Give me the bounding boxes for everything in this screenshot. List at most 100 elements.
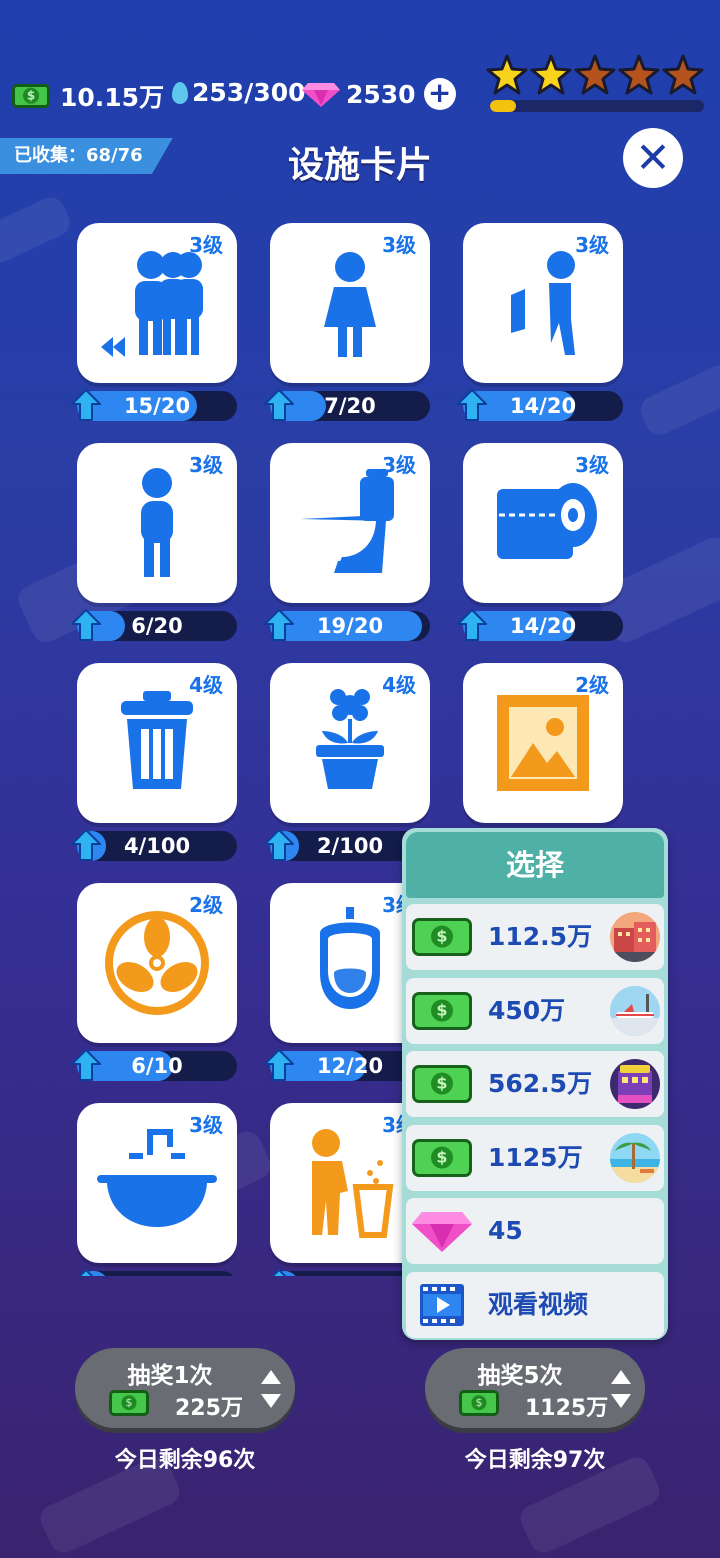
gem-icon <box>302 81 340 107</box>
cash-icon <box>412 991 472 1030</box>
cash-counter: 10.15万 <box>12 78 164 114</box>
close-icon: ✕ <box>635 133 671 182</box>
card-progress-bar: 6/20 <box>71 609 237 641</box>
reward-option-3[interactable]: 562.5万 <box>406 1051 664 1117</box>
gem-value: 2530 <box>346 79 416 109</box>
urinal-icon <box>290 903 410 1023</box>
draw-five-label: 抽奖5次 <box>477 1363 563 1389</box>
card-progress-text: 7/20 <box>324 394 376 418</box>
flower-pot-icon <box>290 683 410 803</box>
facility-card[interactable]: 3级 <box>463 443 623 603</box>
card-progress-bar: 4/100 <box>71 829 237 861</box>
fan-icon <box>97 903 217 1023</box>
cash-icon <box>459 1390 499 1416</box>
star-filled-icon <box>486 54 528 96</box>
popup-title: 选择 <box>406 832 664 898</box>
star-rating <box>486 54 706 96</box>
card-progress-text: 6/10 <box>131 1054 183 1078</box>
card-progress-bar: 14/20 <box>457 609 623 641</box>
card-progress-bar: 6/10 <box>71 1049 237 1081</box>
toilet-paper-icon <box>483 463 603 583</box>
card-progress-text: 15/20 <box>123 394 191 418</box>
draw-once-button[interactable]: 抽奖1次 225万 <box>75 1348 295 1428</box>
star-empty-icon <box>618 54 660 96</box>
reward-option-1[interactable]: 112.5万 <box>406 904 664 970</box>
card-progress-bar: 14/20 <box>457 389 623 421</box>
reward-value: 562.5万 <box>488 1069 593 1098</box>
up-down-arrow-icon <box>261 1370 281 1408</box>
star-progress-bar <box>490 100 704 112</box>
facility-card[interactable]: 4级 <box>270 663 430 823</box>
cash-icon <box>412 918 472 956</box>
card-progress-text: 4/100 <box>123 834 191 858</box>
cash-icon <box>109 1390 149 1416</box>
reward-option-2[interactable]: 450万 <box>406 977 664 1044</box>
card-progress-text: 6/20 <box>131 614 183 638</box>
facility-card[interactable]: 4级 <box>77 663 237 823</box>
card-progress-bar: 7/20 <box>264 389 430 421</box>
reward-select-popup: 选择 112.5万 450万 562.5万 1125万 45 观看视频 <box>402 828 668 1340</box>
cash-icon <box>412 1065 472 1103</box>
draw-five-remaining: 今日剩余97次 <box>464 1448 606 1473</box>
draw-once-remaining: 今日剩余96次 <box>114 1448 256 1473</box>
queue-people-icon <box>97 243 217 363</box>
close-button[interactable]: ✕ <box>623 128 683 188</box>
reward-option-4[interactable]: 1125万 <box>406 1124 664 1191</box>
card-progress-bar: 15/20 <box>71 389 237 421</box>
reward-value: 45 <box>488 1216 523 1245</box>
reward-value: 112.5万 <box>488 922 593 951</box>
card-progress-text: 19/20 <box>316 614 384 638</box>
toilet-icon <box>290 463 410 583</box>
upgrade-arrow-icon <box>71 1269 101 1276</box>
reward-value: 观看视频 <box>488 1289 589 1319</box>
cash-icon <box>12 84 50 108</box>
page-title: 设施卡片 <box>287 145 432 186</box>
draw-once-cost: 225万 <box>175 1396 243 1421</box>
water-drop-icon <box>172 81 188 104</box>
facility-card[interactable]: 3级 <box>270 443 430 603</box>
airport-thumb <box>610 985 660 1036</box>
reward-option-5[interactable]: 45 <box>406 1198 664 1264</box>
facility-card[interactable]: 3级 <box>270 223 430 383</box>
reward-value: 450万 <box>488 995 566 1025</box>
facility-card[interactable]: 3级 <box>77 223 237 383</box>
facility-card[interactable]: 3级 <box>77 443 237 603</box>
facility-card[interactable]: 3级 <box>463 223 623 383</box>
up-down-arrow-icon <box>611 1370 631 1408</box>
star-empty-icon <box>662 54 704 96</box>
picture-frame-icon <box>483 683 603 803</box>
reward-value: 1125万 <box>488 1142 583 1172</box>
draw-five-button[interactable]: 抽奖5次 1125万 <box>425 1348 645 1428</box>
facility-card[interactable]: 3级 <box>77 1103 237 1263</box>
water-counter: 253/300 <box>172 78 306 107</box>
star-empty-icon <box>574 54 616 96</box>
litter-person-icon <box>290 1123 410 1243</box>
draw-once-label: 抽奖1次 <box>127 1363 213 1389</box>
draw-five-cost: 1125万 <box>525 1396 609 1421</box>
card-progress-bar: 19/20 <box>264 609 430 641</box>
card-progress-text: 14/20 <box>509 394 577 418</box>
woman-icon <box>290 243 410 363</box>
trash-can-icon <box>97 683 217 803</box>
beach-thumb <box>610 1132 660 1183</box>
urinal-man-icon <box>483 243 603 363</box>
man-icon <box>97 463 217 583</box>
cash-icon <box>412 1138 472 1177</box>
add-gems-button[interactable]: + <box>423 78 456 110</box>
facility-card[interactable]: 2级 <box>77 883 237 1043</box>
sink-icon <box>97 1123 217 1243</box>
card-progress-text: 14/20 <box>509 614 577 638</box>
gem-counter: 2530 + <box>302 78 456 110</box>
bar-night-thumb <box>610 1059 660 1109</box>
video-icon <box>420 1283 464 1330</box>
card-progress-bar <box>77 1269 237 1276</box>
city-building-thumb <box>610 912 660 962</box>
star-filled-icon <box>530 54 572 96</box>
reward-option-6[interactable]: 观看视频 <box>406 1271 664 1338</box>
water-value: 253/300 <box>192 78 306 107</box>
upgrade-arrow-icon <box>264 1269 294 1276</box>
gem-icon <box>412 1210 472 1256</box>
star-progress-fill <box>490 100 516 112</box>
facility-card[interactable]: 2级 <box>463 663 623 823</box>
cash-value: 10.15万 <box>60 83 165 112</box>
